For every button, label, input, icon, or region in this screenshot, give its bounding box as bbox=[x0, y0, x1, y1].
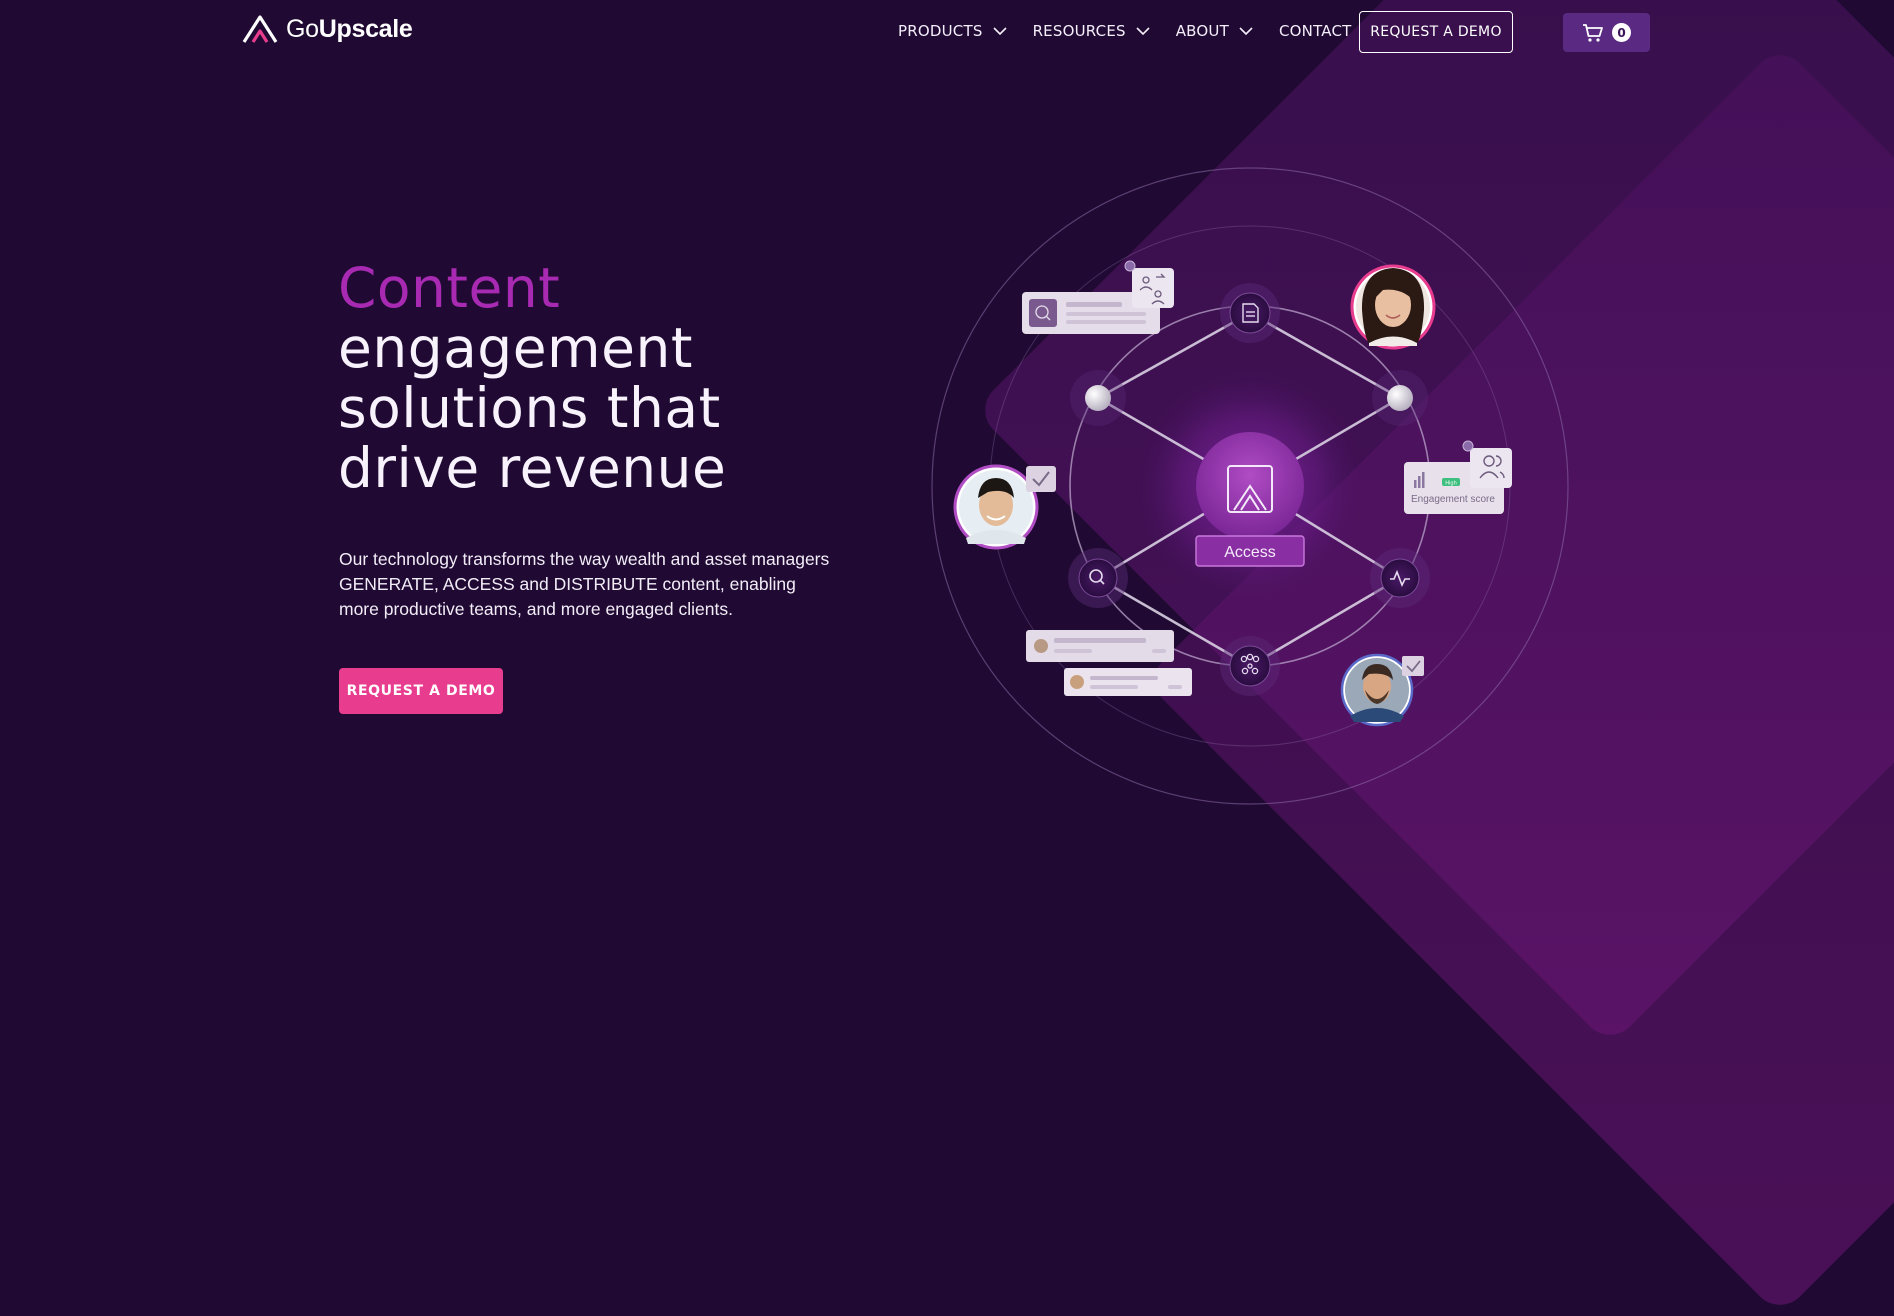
node-document bbox=[1220, 283, 1280, 343]
request-demo-nav-button[interactable]: REQUEST A DEMO bbox=[1359, 11, 1513, 53]
request-demo-hero-button[interactable]: REQUEST A DEMO bbox=[339, 668, 503, 714]
nav-item-label: CONTACT bbox=[1278, 22, 1352, 40]
avatar-woman bbox=[1350, 264, 1436, 350]
nav-item-about[interactable]: ABOUT bbox=[1176, 22, 1253, 40]
network-illustration: Access High Engagement score bbox=[931, 167, 1569, 805]
tag-card-top-left bbox=[1022, 260, 1174, 334]
hero-title: Content engagement solutions that drive … bbox=[338, 258, 898, 498]
access-label: Access bbox=[1224, 544, 1276, 561]
brand-name: GoUpscale bbox=[286, 14, 413, 43]
node-ball-left bbox=[1070, 370, 1126, 426]
chevron-down-icon bbox=[1136, 27, 1150, 36]
nav-item-label: PRODUCTS bbox=[898, 22, 983, 40]
nav-item-resources[interactable]: RESOURCES bbox=[1033, 22, 1150, 40]
engagement-score-card: High Engagement score bbox=[1404, 440, 1512, 514]
avatar-man-beard-right bbox=[1340, 653, 1424, 727]
node-activity bbox=[1370, 548, 1430, 608]
hero-title-rest: engagement solutions that drive revenue bbox=[338, 316, 727, 500]
cart-icon bbox=[1583, 23, 1603, 42]
cart-count-badge: 0 bbox=[1612, 23, 1631, 42]
message-cards-bottom bbox=[1026, 630, 1192, 696]
node-search bbox=[1068, 548, 1128, 608]
nav-item-products[interactable]: PRODUCTS bbox=[898, 22, 1007, 40]
cart-button[interactable]: 0 bbox=[1563, 13, 1650, 52]
center-access-node: Access bbox=[1195, 432, 1305, 567]
hero-title-accent: Content bbox=[338, 256, 561, 320]
brand-logo[interactable]: GoUpscale bbox=[242, 14, 413, 44]
upscale-chevron-logo-icon bbox=[242, 15, 278, 43]
nav-item-label: ABOUT bbox=[1175, 22, 1229, 40]
engagement-score-label: Engagement score bbox=[1411, 494, 1495, 505]
avatar-man-glasses-left bbox=[953, 464, 1056, 550]
chevron-down-icon bbox=[992, 27, 1007, 36]
main-menu: PRODUCTS RESOURCES ABOUT CONTACT bbox=[898, 22, 1378, 40]
top-navigation: GoUpscale PRODUCTS RESOURCES ABOUT CONTA… bbox=[0, 0, 1894, 66]
nav-item-contact[interactable]: CONTACT bbox=[1279, 22, 1352, 40]
hero-section: Content engagement solutions that drive … bbox=[338, 258, 898, 498]
chevron-down-icon bbox=[1239, 27, 1253, 36]
node-network bbox=[1220, 636, 1280, 696]
node-ball-right bbox=[1372, 370, 1428, 426]
hero-description: Our technology transforms the way wealth… bbox=[339, 549, 830, 619]
engagement-level-badge: High bbox=[1445, 481, 1457, 487]
nav-item-label: RESOURCES bbox=[1032, 22, 1126, 40]
